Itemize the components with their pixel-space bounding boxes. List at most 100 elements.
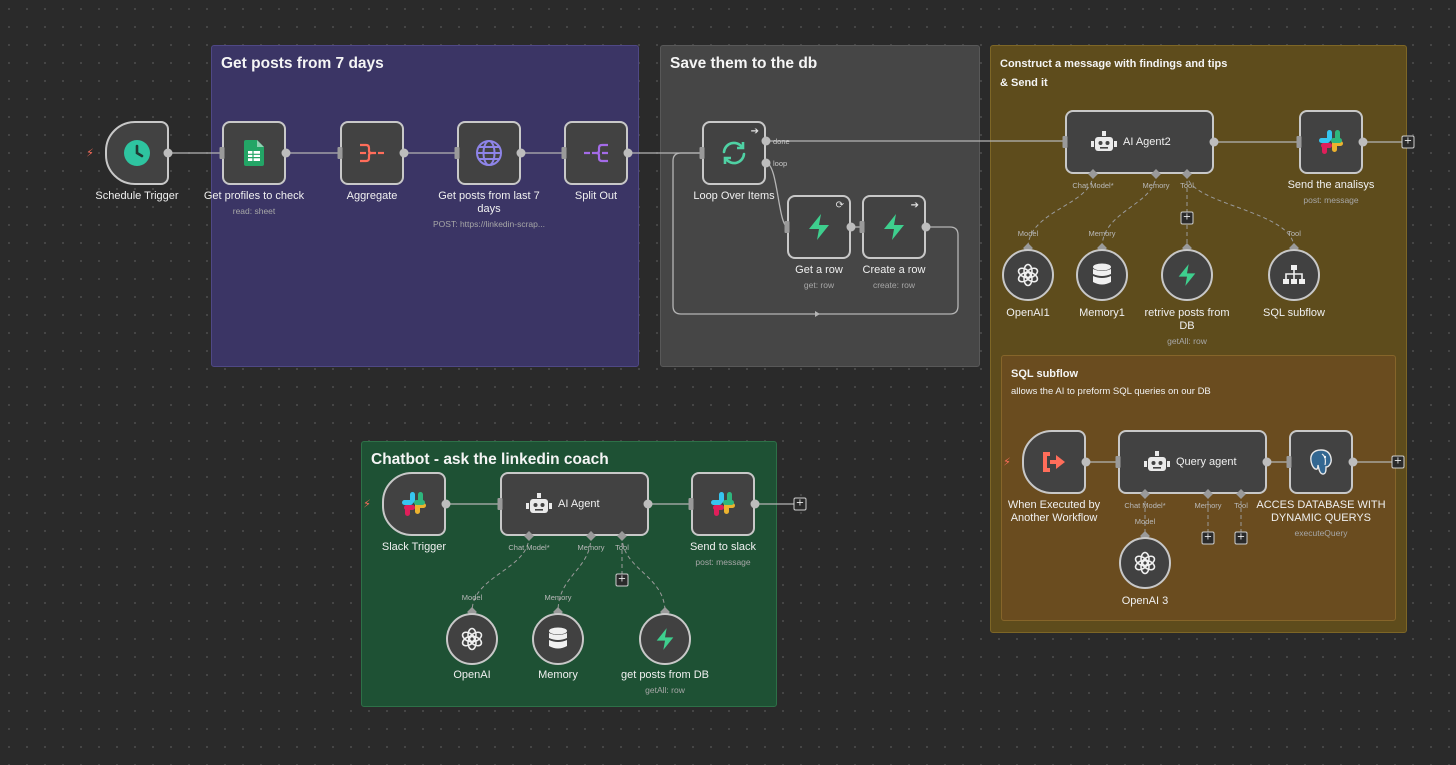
- memory-port-label: Memory: [1194, 501, 1222, 510]
- send-to-slack-label: Send to slack post: message: [673, 541, 773, 569]
- loop-over-items-node[interactable]: ➔: [702, 121, 766, 185]
- trigger-bolt-icon: ⚡: [1003, 456, 1011, 469]
- input-handle[interactable]: [454, 147, 460, 159]
- input-handle[interactable]: [1062, 136, 1068, 148]
- openai-icon: [1133, 551, 1157, 575]
- output-handle[interactable]: [750, 499, 760, 509]
- google-sheets-icon: [244, 140, 264, 166]
- output-handle[interactable]: [399, 148, 409, 158]
- postgres-label: ACCES DATABASE WITH DYNAMIC QUERYS execu…: [1251, 499, 1391, 540]
- input-handle[interactable]: [337, 147, 343, 159]
- memory-node[interactable]: [532, 613, 584, 665]
- input-handle[interactable]: [859, 221, 865, 233]
- output-handle[interactable]: [1209, 137, 1219, 147]
- add-tool-button[interactable]: +: [615, 573, 629, 587]
- supabase-icon: [1177, 264, 1197, 286]
- clock-icon: [123, 139, 151, 167]
- send-to-slack-node[interactable]: [691, 472, 755, 536]
- aggregate-label: Aggregate: [322, 190, 422, 203]
- node-name: Loop Over Items: [693, 190, 775, 202]
- tool-port-label: Tool: [1234, 501, 1248, 510]
- output-handle[interactable]: [846, 222, 856, 232]
- schedule-trigger-label: Schedule Trigger: [82, 190, 192, 203]
- retrive-posts-label: retrive posts from DB getAll: row: [1127, 307, 1247, 348]
- loop-output-handle[interactable]: [761, 158, 771, 168]
- node-name: Query agent: [1176, 456, 1237, 468]
- output-handle[interactable]: [281, 148, 291, 158]
- node-name: Memory1: [1079, 307, 1125, 319]
- get-posts-label: Get posts from last 7 days POST: https:/…: [414, 190, 564, 231]
- loop-output-label: loop: [773, 159, 788, 168]
- get-posts-http-node[interactable]: [457, 121, 521, 185]
- retrive-posts-node[interactable]: [1161, 249, 1213, 301]
- add-node-button[interactable]: +: [1391, 455, 1405, 469]
- node-name-line2: DB: [1179, 320, 1195, 332]
- openai-label: OpenAI: [427, 669, 517, 682]
- node-name: AI Agent2: [1123, 136, 1171, 148]
- input-handle[interactable]: [1286, 456, 1292, 468]
- postgres-icon: [1308, 448, 1334, 476]
- ai-agent2-node[interactable]: AI Agent2: [1065, 110, 1214, 174]
- output-handle[interactable]: [1262, 457, 1272, 467]
- query-agent-node[interactable]: Query agent: [1118, 430, 1267, 494]
- get-posts-from-db-node[interactable]: [639, 613, 691, 665]
- aggregate-node[interactable]: [340, 121, 404, 185]
- node-name: Slack Trigger: [381, 541, 447, 553]
- input-handle[interactable]: [1115, 456, 1121, 468]
- openai-node[interactable]: [446, 613, 498, 665]
- tool-port-label: Tool: [1287, 229, 1301, 238]
- node-name: OpenAI1: [1006, 307, 1050, 319]
- node-subtitle: getAll: row: [645, 685, 685, 695]
- output-handle[interactable]: [516, 148, 526, 158]
- memory1-node[interactable]: [1076, 249, 1128, 301]
- add-node-button[interactable]: +: [793, 497, 807, 511]
- node-subtitle: post: message: [695, 557, 751, 567]
- supabase-icon: [882, 214, 906, 240]
- input-handle[interactable]: [497, 498, 503, 510]
- create-a-row-label: Create a row create: row: [844, 264, 944, 292]
- input-handle[interactable]: [1296, 136, 1302, 148]
- execute-workflow-trigger-node[interactable]: [1022, 430, 1086, 494]
- openai1-node[interactable]: [1002, 249, 1054, 301]
- input-handle[interactable]: [699, 147, 705, 159]
- input-handle[interactable]: [688, 498, 694, 510]
- node-subtitle: create: row: [872, 280, 916, 290]
- add-memory-button[interactable]: +: [1201, 531, 1215, 545]
- node-subtitle: executeQuery: [1294, 528, 1348, 538]
- output-handle[interactable]: [643, 499, 653, 509]
- output-handle[interactable]: [921, 222, 931, 232]
- database-icon: [1092, 263, 1112, 287]
- slack-trigger-node[interactable]: [382, 472, 446, 536]
- output-handle[interactable]: [441, 499, 451, 509]
- aggregate-icon: [358, 141, 386, 165]
- postgres-node[interactable]: [1289, 430, 1353, 494]
- get-profiles-node[interactable]: [222, 121, 286, 185]
- output-handle[interactable]: [1358, 137, 1368, 147]
- send-analysis-node[interactable]: [1299, 110, 1363, 174]
- node-subtitle: getAll: row: [1167, 336, 1207, 346]
- add-tool-button[interactable]: +: [1234, 531, 1248, 545]
- split-out-icon: [582, 141, 610, 165]
- schedule-trigger-node[interactable]: [105, 121, 169, 185]
- openai3-node[interactable]: [1119, 537, 1171, 589]
- output-handle[interactable]: [1081, 457, 1091, 467]
- add-node-button[interactable]: +: [1401, 135, 1415, 149]
- node-name-line1: retrive posts from: [1144, 307, 1230, 319]
- input-handle[interactable]: [784, 221, 790, 233]
- input-handle[interactable]: [219, 147, 225, 159]
- output-handle[interactable]: [1348, 457, 1358, 467]
- add-tool-button[interactable]: +: [1180, 211, 1194, 225]
- model-port-label: Model: [1134, 517, 1156, 526]
- done-output-handle[interactable]: [761, 136, 771, 146]
- input-handle[interactable]: [561, 147, 567, 159]
- sql-subflow-tool-node[interactable]: [1268, 249, 1320, 301]
- create-a-row-node[interactable]: ➔: [862, 195, 926, 259]
- output-handle[interactable]: [623, 148, 633, 158]
- split-out-node[interactable]: [564, 121, 628, 185]
- output-handle[interactable]: [163, 148, 173, 158]
- ai-agent-node[interactable]: AI Agent: [500, 472, 649, 536]
- get-a-row-node[interactable]: ⟳: [787, 195, 851, 259]
- model-port-label: Model: [461, 593, 483, 602]
- trigger-bolt-icon: ⚡: [86, 147, 94, 160]
- openai3-label: OpenAI 3: [1100, 595, 1190, 608]
